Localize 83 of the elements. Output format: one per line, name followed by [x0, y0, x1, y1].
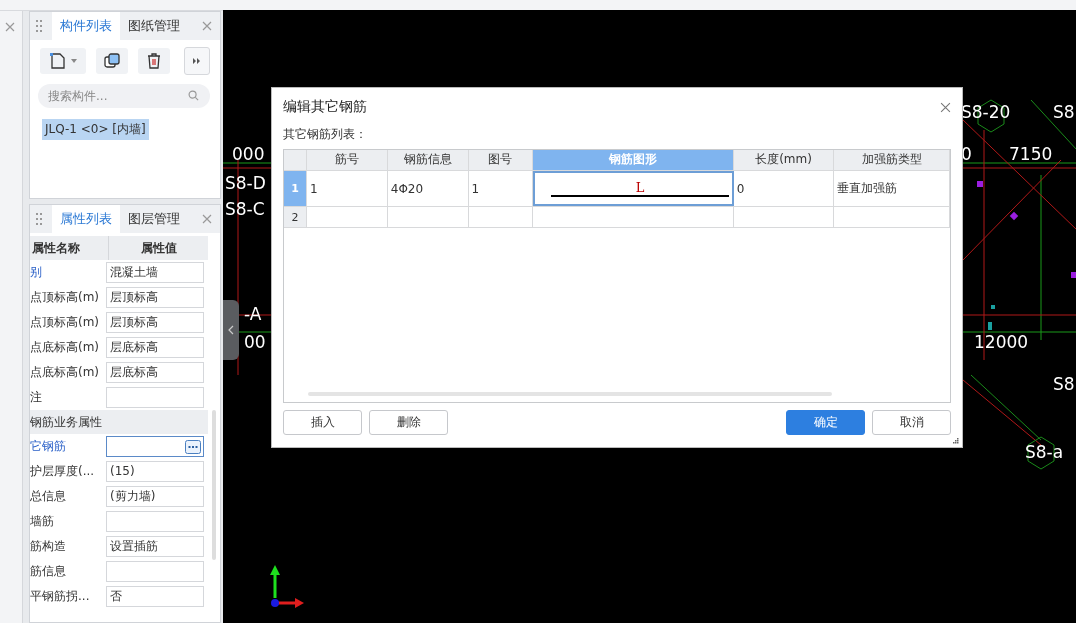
more-button[interactable]	[184, 47, 210, 75]
property-value-field[interactable]: 否	[106, 586, 204, 607]
shape-label: L	[634, 180, 646, 195]
drag-handle-icon[interactable]	[36, 213, 42, 225]
column-header[interactable]: 钢筋信息	[387, 150, 469, 170]
panel-tab[interactable]: 图层管理	[120, 205, 188, 233]
panel-tab[interactable]: 构件列表	[52, 12, 120, 40]
dialog-title: 编辑其它钢筋	[283, 98, 367, 116]
copy-icon	[103, 52, 121, 70]
table-cell: 0	[733, 171, 835, 206]
caret-icon	[71, 59, 77, 63]
dialog-button[interactable]: 删除	[369, 410, 448, 435]
search-icon	[188, 90, 199, 101]
table-cell: 1	[307, 171, 388, 206]
property-name: 点底标高(m)	[30, 364, 101, 381]
double-arrow-icon	[193, 58, 201, 64]
grid-label: S8-a	[1025, 442, 1064, 462]
dialog-button[interactable]: 取消	[872, 410, 951, 435]
property-name: 它钢筋	[30, 438, 67, 455]
column-header[interactable]: 加强筋类型	[834, 150, 950, 170]
close-icon[interactable]	[940, 101, 951, 113]
property-value-field[interactable]: 层顶标高	[106, 287, 204, 308]
property-name: 注	[30, 389, 43, 406]
close-icon[interactable]	[5, 22, 15, 32]
table-cell: 4Φ20	[387, 171, 469, 206]
resize-grip-icon[interactable]	[953, 438, 959, 444]
property-name: 护层厚度(...	[30, 463, 96, 480]
property-value-field[interactable]: 层顶标高	[106, 312, 204, 333]
property-value-field[interactable]: 层底标高	[106, 337, 204, 358]
property-name: 点底标高(m)	[30, 339, 101, 356]
grid-label: S8-20	[961, 102, 1011, 122]
delete-button[interactable]	[138, 48, 170, 74]
panel-tab[interactable]: 属性列表	[52, 205, 120, 233]
table-cell: 1	[468, 171, 534, 206]
group-header[interactable]: 钢筋业务属性	[30, 410, 208, 434]
grid-label: 000	[232, 144, 265, 164]
new-button[interactable]	[40, 48, 86, 74]
property-value-field[interactable]: (剪力墙)	[106, 486, 204, 507]
trash-icon	[145, 52, 163, 70]
grid-label: S8	[1053, 374, 1075, 394]
property-value-field[interactable]	[106, 436, 204, 457]
property-value-field[interactable]: 层底标高	[106, 362, 204, 383]
row-number[interactable]: 2	[284, 207, 307, 227]
grid-label: -A	[244, 304, 262, 324]
property-name: 点顶标高(m)	[30, 289, 101, 306]
property-name: 平钢筋拐...	[30, 588, 91, 605]
grid-label: S8-D	[225, 173, 266, 193]
property-name: 总信息	[30, 488, 67, 505]
grid-label: S8-C	[225, 199, 265, 219]
ellipsis-button-icon[interactable]	[185, 439, 201, 454]
search-field[interactable]: 搜索构件...	[38, 84, 210, 108]
grid-label: 7150	[1009, 144, 1053, 164]
property-name: 别	[30, 264, 43, 281]
property-value-field[interactable]: 设置插筋	[106, 536, 204, 557]
dialog-button[interactable]: 插入	[283, 410, 362, 435]
scrollbar[interactable]	[212, 410, 216, 560]
grid-label: 12000	[974, 332, 1029, 352]
axis-icon	[270, 565, 304, 608]
property-name: 筋构造	[30, 538, 67, 555]
close-icon[interactable]	[202, 21, 212, 31]
column-header[interactable]: 筋号	[307, 150, 388, 170]
column-header: 属性名称	[30, 236, 109, 260]
property-name: 筋信息	[30, 563, 67, 580]
shape-cell[interactable]: L	[533, 171, 734, 206]
copy-button[interactable]	[96, 48, 128, 74]
property-name: 墙筋	[30, 513, 55, 530]
property-value-field[interactable]: 混凝土墙	[106, 262, 204, 283]
table-cell: 垂直加强筋	[834, 171, 950, 206]
collapse-handle[interactable]	[223, 300, 239, 360]
panel-tab[interactable]: 图纸管理	[120, 12, 188, 40]
dialog-button[interactable]: 确定	[786, 410, 865, 435]
close-icon[interactable]	[202, 214, 212, 224]
grid-label: 00	[244, 332, 266, 352]
column-header[interactable]: 长度(mm)	[733, 150, 835, 170]
column-header: 属性值	[139, 240, 178, 257]
component-item[interactable]: JLQ-1 <0> [内墙]	[42, 119, 149, 140]
chevron-left-icon	[228, 325, 234, 335]
new-file-icon	[49, 52, 67, 70]
property-name: 点顶标高(m)	[30, 314, 101, 331]
list-label: 其它钢筋列表：	[283, 126, 367, 143]
property-value-field[interactable]: (15)	[106, 461, 204, 482]
drag-handle-icon[interactable]	[36, 20, 42, 32]
grid-label: S8	[1053, 102, 1075, 122]
